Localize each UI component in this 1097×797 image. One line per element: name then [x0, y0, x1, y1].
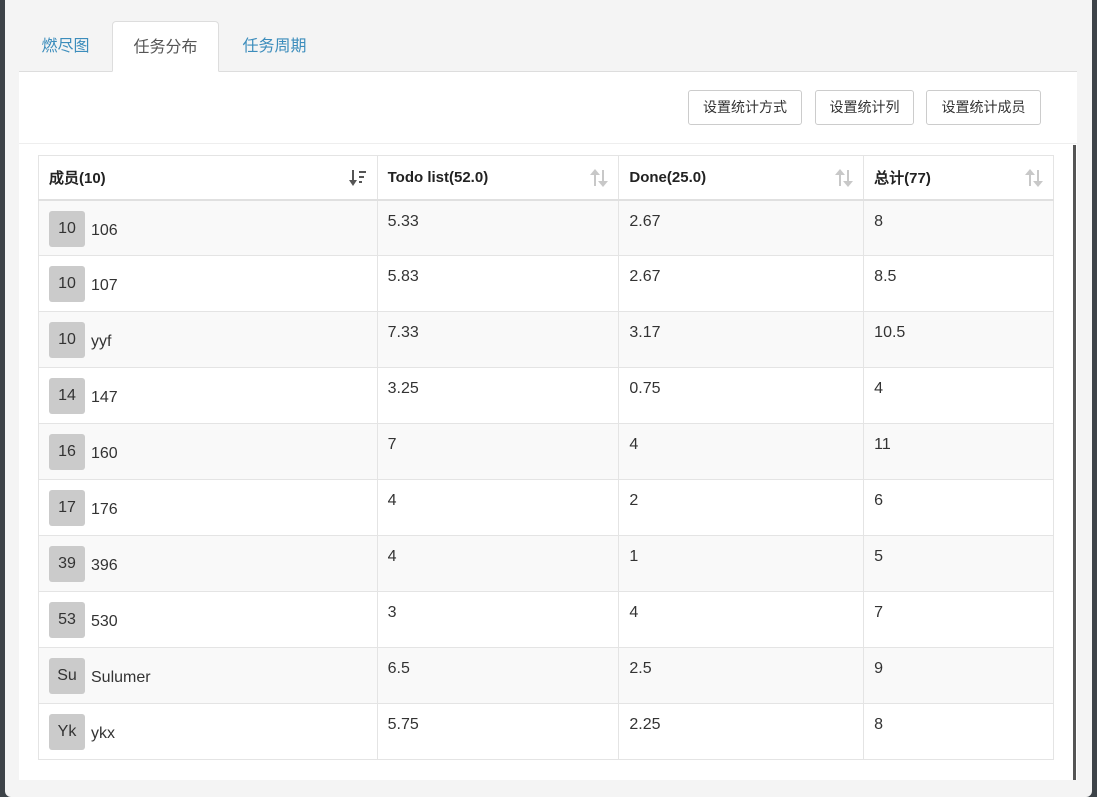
tab-task-cycle[interactable]: 任务周期	[227, 21, 322, 72]
sort-unsorted-icon[interactable]	[835, 168, 854, 188]
avatar: Su	[49, 658, 85, 694]
dialog-frame: 燃尽图 任务分布 任务周期 设置统计方式 设置统计列 设置统计成员 成员(10)	[5, 0, 1092, 797]
done-cell: 2.67	[618, 199, 865, 256]
total-cell: 6	[863, 479, 1054, 536]
table-row: Yk ykx 5.75 2.25 8	[38, 703, 1054, 760]
column-header-total[interactable]: 总计(77)	[863, 155, 1054, 201]
tab-bar: 燃尽图 任务分布 任务周期	[19, 21, 1077, 72]
set-stat-columns-button[interactable]: 设置统计列	[815, 90, 914, 125]
table-header-row: 成员(10) Todo list(52.0) Done(25.0) 总计(77)	[38, 155, 1054, 201]
done-cell: 4	[618, 423, 865, 480]
sort-unsorted-icon[interactable]	[1025, 168, 1043, 188]
vertical-scrollbar[interactable]	[1073, 145, 1076, 780]
done-cell: 2	[618, 479, 865, 536]
member-name: 160	[91, 445, 118, 462]
total-cell: 8.5	[863, 255, 1054, 312]
tab-panel: 设置统计方式 设置统计列 设置统计成员 成员(10) Todo list(52.…	[19, 72, 1077, 780]
member-name: 176	[91, 501, 118, 518]
table-row: 10 106 5.33 2.67 8	[38, 199, 1054, 256]
todo-cell: 3.25	[376, 367, 620, 424]
member-cell: 14 147	[38, 367, 378, 424]
avatar: Yk	[49, 714, 85, 750]
todo-cell: 3	[376, 591, 620, 648]
total-cell: 9	[863, 647, 1054, 704]
avatar: 14	[49, 378, 85, 414]
todo-cell: 4	[376, 535, 620, 592]
distribution-table: 成员(10) Todo list(52.0) Done(25.0) 总计(77)…	[38, 155, 1054, 760]
table-row: 10 yyf 7.33 3.17 10.5	[38, 311, 1054, 368]
total-cell: 4	[863, 367, 1054, 424]
toolbar: 设置统计方式 设置统计列 设置统计成员	[19, 72, 1077, 143]
avatar: 39	[49, 546, 85, 582]
member-name: ykx	[91, 725, 115, 742]
column-header-label: 成员(10)	[49, 169, 106, 187]
avatar: 10	[49, 210, 85, 247]
done-cell: 4	[618, 591, 865, 648]
total-cell: 5	[863, 535, 1054, 592]
table-row: 14 147 3.25 0.75 4	[38, 367, 1054, 424]
avatar: 10	[49, 322, 85, 358]
table-row: 16 160 7 4 11	[38, 423, 1054, 480]
done-cell: 2.25	[618, 703, 865, 760]
table-row: 17 176 4 2 6	[38, 479, 1054, 536]
todo-cell: 5.33	[376, 199, 620, 256]
table-row: 39 396 4 1 5	[38, 535, 1054, 592]
column-header-member[interactable]: 成员(10)	[38, 155, 378, 201]
total-cell: 11	[863, 423, 1054, 480]
avatar: 17	[49, 490, 85, 526]
tab-burndown[interactable]: 燃尽图	[19, 21, 112, 72]
todo-cell: 4	[376, 479, 620, 536]
todo-cell: 5.75	[376, 703, 620, 760]
todo-cell: 7.33	[376, 311, 620, 368]
todo-cell: 5.83	[376, 255, 620, 312]
tab-task-distribution[interactable]: 任务分布	[112, 21, 219, 72]
column-header-done[interactable]: Done(25.0)	[618, 155, 865, 201]
member-cell: 53 530	[38, 591, 378, 648]
done-cell: 1	[618, 535, 865, 592]
set-stat-method-button[interactable]: 设置统计方式	[688, 90, 802, 125]
member-cell: 39 396	[38, 535, 378, 592]
member-name: 107	[91, 277, 118, 294]
member-cell: Yk ykx	[38, 703, 378, 760]
sort-unsorted-icon[interactable]	[590, 168, 609, 188]
column-header-label: Todo list(52.0)	[387, 168, 489, 186]
avatar: 10	[49, 266, 85, 302]
member-name: Sulumer	[91, 669, 151, 686]
done-cell: 2.5	[618, 647, 865, 704]
total-cell: 8	[863, 703, 1054, 760]
member-cell: 16 160	[38, 423, 378, 480]
table-row: 10 107 5.83 2.67 8.5	[38, 255, 1054, 312]
member-name: 530	[91, 613, 118, 630]
member-cell: 10 yyf	[38, 311, 378, 368]
done-cell: 3.17	[618, 311, 865, 368]
table-row: Su Sulumer 6.5 2.5 9	[38, 647, 1054, 704]
avatar: 16	[49, 434, 85, 470]
member-name: 147	[91, 389, 118, 406]
member-cell: 10 106	[38, 199, 378, 256]
table-row: 53 530 3 4 7	[38, 591, 1054, 648]
done-cell: 0.75	[618, 367, 865, 424]
member-name: 106	[91, 221, 118, 239]
column-header-todo[interactable]: Todo list(52.0)	[376, 155, 620, 201]
column-header-label: 总计(77)	[874, 169, 931, 187]
todo-cell: 6.5	[376, 647, 620, 704]
member-cell: Su Sulumer	[38, 647, 378, 704]
member-name: yyf	[91, 333, 112, 350]
total-cell: 7	[863, 591, 1054, 648]
avatar: 53	[49, 602, 85, 638]
member-cell: 17 176	[38, 479, 378, 536]
done-cell: 2.67	[618, 255, 865, 312]
table-area: 成员(10) Todo list(52.0) Done(25.0) 总计(77)…	[19, 143, 1077, 780]
todo-cell: 7	[376, 423, 620, 480]
total-cell: 10.5	[863, 311, 1054, 368]
total-cell: 8	[863, 199, 1054, 256]
set-stat-members-button[interactable]: 设置统计成员	[926, 90, 1041, 125]
member-cell: 10 107	[38, 255, 378, 312]
column-header-label: Done(25.0)	[629, 168, 707, 186]
member-name: 396	[91, 557, 118, 574]
sort-desc-icon[interactable]	[348, 168, 367, 188]
